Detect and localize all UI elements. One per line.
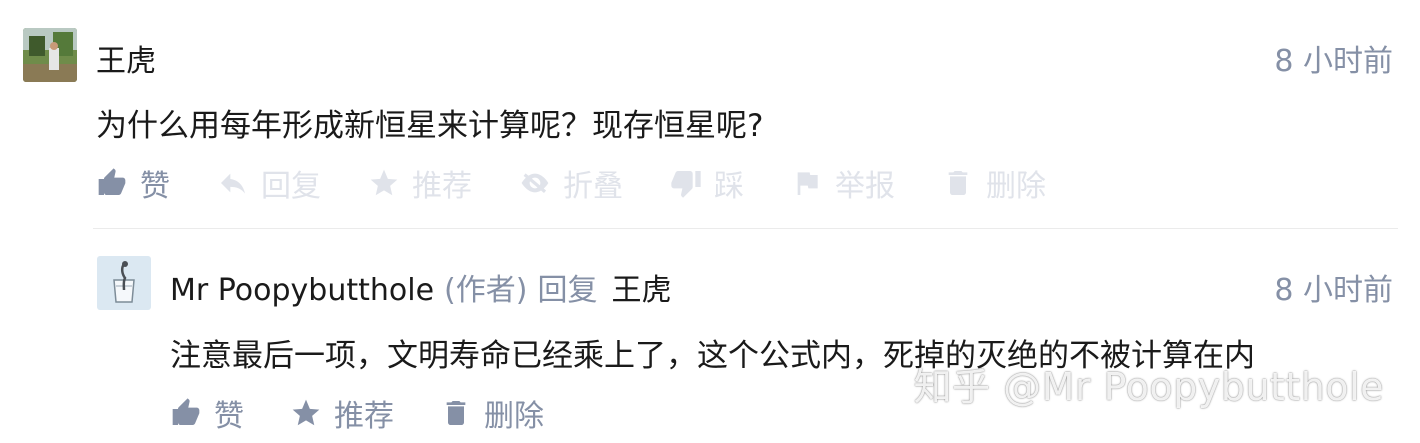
trash-icon	[948, 171, 968, 195]
report-label: 举报	[835, 169, 895, 204]
like-label: 赞	[214, 399, 244, 434]
comment-time: 8 小时前	[1274, 273, 1393, 308]
delete-label: 删除	[484, 399, 544, 434]
comment-actions: 赞 回复 推荐 折叠 踩 举报 删除	[96, 161, 1093, 205]
comment-time: 8 小时前	[1274, 44, 1393, 79]
recommend-label: 推荐	[412, 169, 472, 204]
like-button[interactable]: 赞	[170, 391, 244, 435]
avatar[interactable]	[97, 256, 151, 310]
divider	[93, 228, 1398, 229]
thumbs-down-icon	[671, 171, 701, 198]
like-button[interactable]: 赞	[96, 161, 170, 205]
reply-button[interactable]: 回复	[217, 161, 321, 205]
watermark: 知乎 @Mr Poopybutthole	[913, 365, 1384, 409]
thumbs-up-icon	[172, 398, 200, 425]
author-name[interactable]: Mr Poopybutthole	[170, 273, 434, 308]
flag-icon	[797, 172, 818, 195]
star-icon	[292, 399, 320, 426]
fold-button[interactable]: 折叠	[519, 161, 623, 205]
trash-icon	[446, 401, 466, 425]
avatar[interactable]	[23, 28, 77, 82]
delete-label: 删除	[986, 169, 1046, 204]
fold-label: 折叠	[563, 169, 623, 204]
recommend-label: 推荐	[334, 399, 394, 434]
report-button[interactable]: 举报	[791, 161, 895, 205]
like-label: 赞	[140, 169, 170, 204]
author-line: Mr Poopybutthole (作者) 回复 王虎	[170, 265, 671, 309]
recommend-button[interactable]: 推荐	[368, 161, 472, 205]
dislike-button[interactable]: 踩	[670, 161, 744, 205]
reply-label: 回复	[261, 169, 321, 204]
reply-to-name[interactable]: 王虎	[611, 273, 671, 308]
eye-off-icon	[521, 173, 549, 194]
dislike-label: 踩	[714, 169, 744, 204]
recommend-button[interactable]: 推荐	[290, 391, 394, 435]
comment-actions: 赞 推荐 删除	[170, 391, 590, 435]
reply-indicator: 回复	[537, 273, 598, 308]
comment-content: 为什么用每年形成新恒星来计算呢？现存恒星呢?	[96, 108, 764, 144]
author-name[interactable]: 王虎	[96, 36, 156, 80]
delete-button[interactable]: 删除	[942, 161, 1046, 205]
thumbs-up-icon	[98, 168, 126, 195]
star-icon	[370, 169, 398, 196]
delete-button[interactable]: 删除	[440, 391, 544, 435]
reply-icon	[221, 173, 245, 194]
author-role-badge: (作者)	[444, 273, 528, 308]
